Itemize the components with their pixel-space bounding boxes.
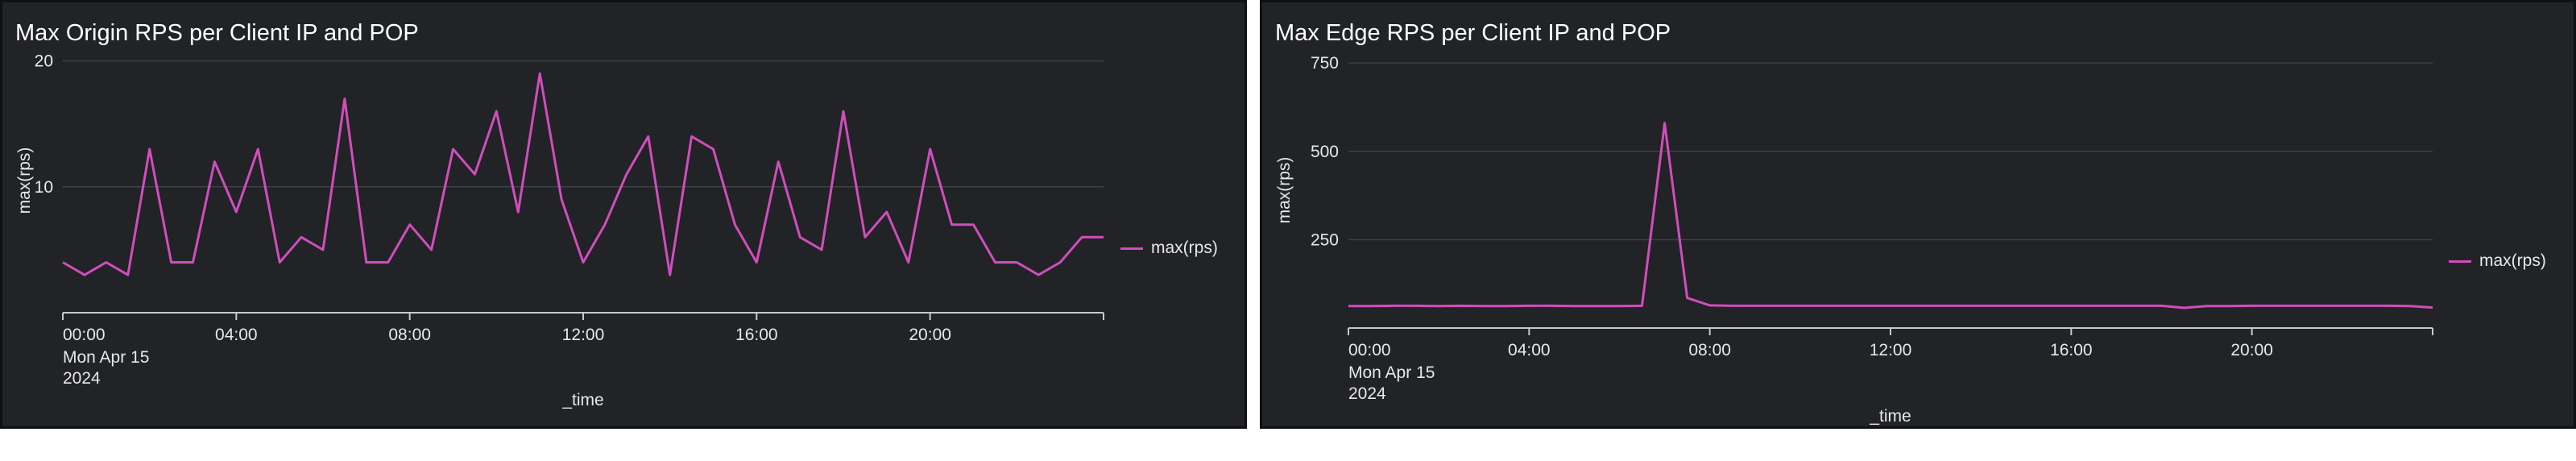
chart-panel-origin: Max Origin RPS per Client IP and POP 10 2… bbox=[0, 0, 1247, 429]
y-tick-label: 10 bbox=[35, 178, 53, 197]
x-tick-label: 00:00 bbox=[1348, 341, 1391, 359]
x-tick-label: 00:00 bbox=[63, 326, 106, 344]
x-tick-label: 12:00 bbox=[1870, 341, 1912, 359]
x-date-label: 2024 bbox=[63, 369, 101, 388]
x-tick-label: 08:00 bbox=[388, 326, 431, 344]
legend-swatch bbox=[2449, 260, 2471, 263]
legend-label: max(rps) bbox=[2479, 251, 2546, 270]
x-axis-title: _time bbox=[561, 391, 603, 409]
chart-legend[interactable]: max(rps) bbox=[2449, 251, 2546, 271]
x-tick-label: 08:00 bbox=[1688, 341, 1731, 359]
origin-rps-chart: 10 20 00:00 04:00 08:00 12:00 16:00 20:00 Mon Ap… bbox=[15, 52, 1104, 409]
x-date-label: Mon Apr 15 bbox=[63, 348, 149, 367]
chart-panel-edge: Max Edge RPS per Client IP and POP 250 50… bbox=[1260, 0, 2576, 429]
y-axis-title: max(rps) bbox=[15, 147, 34, 214]
x-tick-label: 20:00 bbox=[2230, 341, 2273, 359]
y-tick-label: 500 bbox=[1311, 143, 1339, 161]
x-tick-label: 16:00 bbox=[2050, 341, 2093, 359]
x-date-label: Mon Apr 15 bbox=[1348, 363, 1435, 382]
y-tick-label: 20 bbox=[35, 52, 53, 71]
x-axis-title: _time bbox=[1869, 407, 1911, 426]
chart-legend[interactable]: max(rps) bbox=[1120, 239, 1218, 258]
edge-rps-chart: 250 500 750 00:00 04:00 08:00 12:00 16:00 20:00 M… bbox=[1275, 54, 2433, 426]
x-date-label: 2024 bbox=[1348, 384, 1386, 403]
legend-label: max(rps) bbox=[1151, 239, 1218, 257]
y-axis-title: max(rps) bbox=[1275, 157, 1294, 224]
x-tick-label: 04:00 bbox=[1508, 341, 1551, 359]
x-tick-label: 04:00 bbox=[215, 326, 258, 344]
legend-swatch bbox=[1120, 247, 1143, 250]
x-tick-label: 16:00 bbox=[735, 326, 778, 344]
y-tick-label: 250 bbox=[1311, 230, 1339, 249]
x-tick-label: 12:00 bbox=[562, 326, 605, 344]
y-tick-label: 750 bbox=[1311, 54, 1339, 73]
series-line-max-rps bbox=[62, 72, 1104, 276]
x-tick-label: 20:00 bbox=[909, 326, 951, 344]
